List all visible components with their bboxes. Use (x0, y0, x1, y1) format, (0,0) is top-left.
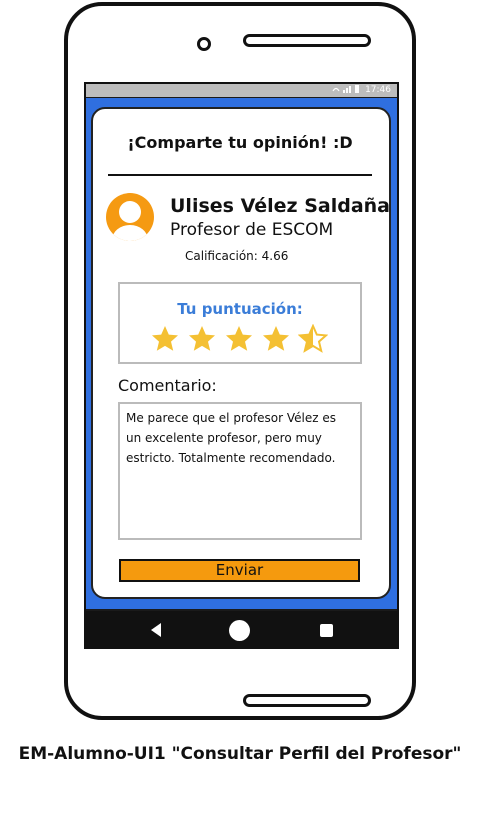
recent-apps-icon[interactable] (320, 624, 333, 637)
star-icon[interactable] (187, 324, 217, 354)
figure-caption: EM-Alumno-UI1 "Consultar Perfil del Prof… (18, 744, 462, 764)
professor-rating: Calificación: 4.66 (185, 249, 289, 263)
home-icon[interactable] (229, 620, 250, 641)
camera-icon (197, 37, 211, 51)
professor-name: Ulises Vélez Saldaña (170, 195, 390, 217)
comment-textarea[interactable]: Me parece que el profesor Vélez es un ex… (118, 402, 362, 540)
status-icons (331, 84, 361, 99)
score-label: Tu puntuación: (177, 300, 303, 318)
avatar-icon (106, 193, 154, 241)
comment-label: Comentario: (118, 376, 217, 395)
back-icon[interactable] (151, 623, 161, 637)
speaker-grille (243, 34, 371, 47)
star-icon[interactable] (261, 324, 291, 354)
signal-icon (332, 85, 359, 93)
star-icon[interactable] (298, 324, 328, 354)
status-time: 17:46 (365, 85, 391, 95)
star-icon[interactable] (224, 324, 254, 354)
star-rating[interactable] (150, 324, 340, 354)
status-bar: 17:46 (86, 84, 397, 97)
title-divider (108, 174, 372, 176)
submit-button[interactable]: Enviar (119, 559, 360, 582)
professor-subtitle: Profesor de ESCOM (170, 220, 334, 240)
page-title: ¡Comparte tu opinión! :D (127, 133, 353, 152)
star-icon[interactable] (150, 324, 180, 354)
home-button-slot (243, 694, 371, 707)
